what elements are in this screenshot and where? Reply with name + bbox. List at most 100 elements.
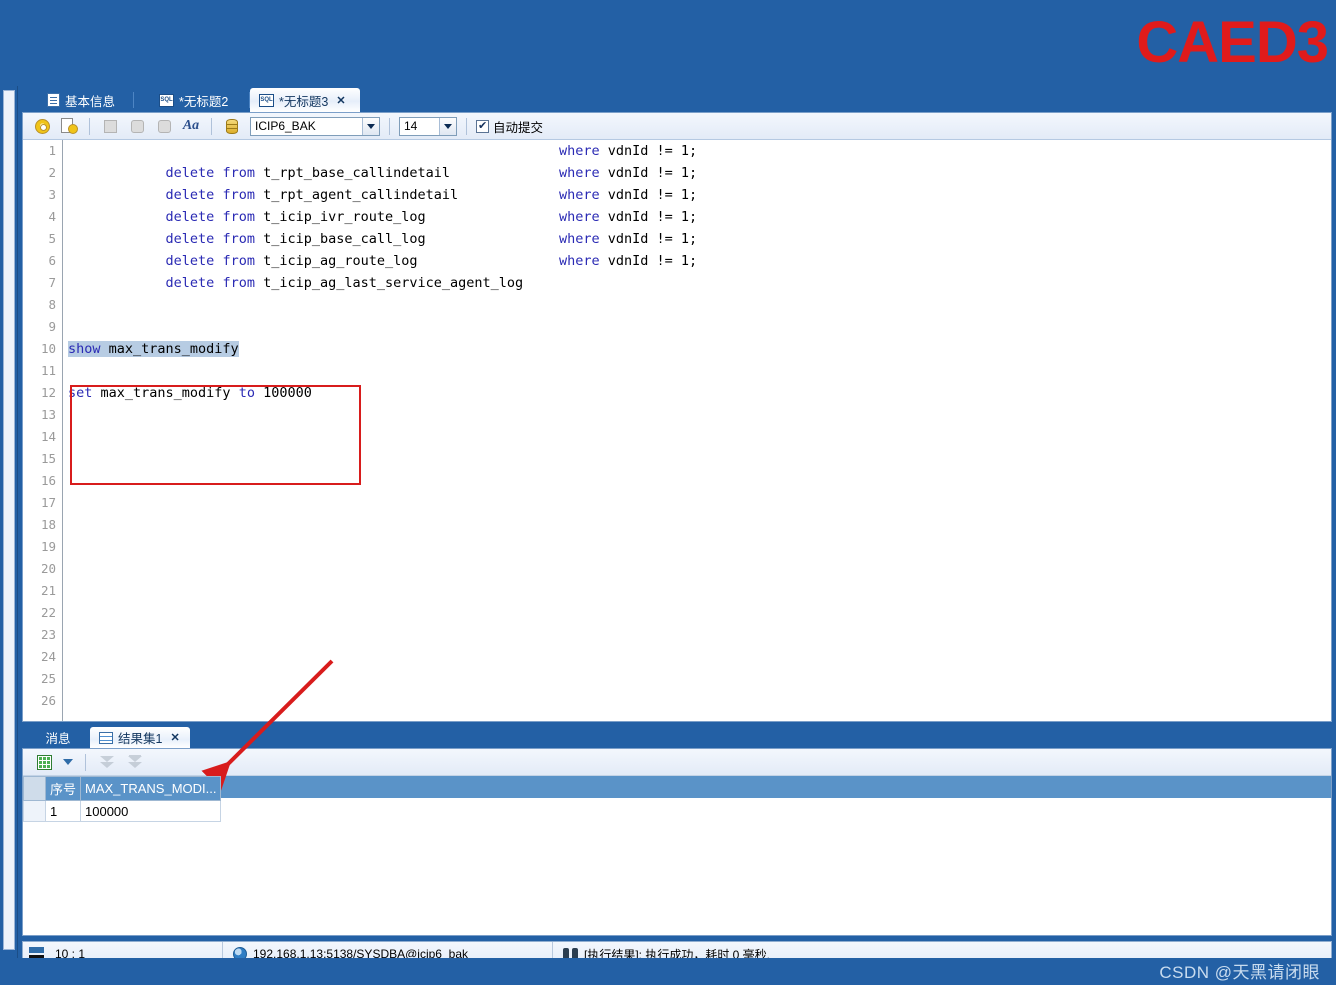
tab-label: 消息 — [45, 732, 71, 746]
sql-text: t_rpt_agent_callindetail — [254, 187, 459, 203]
sql-text: vdnId != 1; — [599, 165, 698, 181]
row-value-cell[interactable]: 100000 — [80, 800, 222, 822]
code-line[interactable] — [64, 294, 1330, 316]
line-number: 14 — [40, 429, 56, 444]
editor-toolbar: Aa ICIP6_BAK 14 自动提交 — [23, 113, 1331, 140]
gear-document-icon — [60, 118, 78, 134]
result-table[interactable]: 序号 MAX_TRANS_MODI... 1 100000 — [23, 776, 222, 822]
schema-select[interactable]: ICIP6_BAK — [250, 116, 380, 136]
execute-script-button[interactable] — [58, 116, 80, 137]
line-number-gutter: 1 2 3 4 5 6 7 8 9 10 11 12 13 14 15 16 1 — [23, 140, 63, 721]
line-number: 7 — [48, 275, 56, 290]
line-number: 20 — [40, 561, 56, 576]
database-button[interactable] — [221, 116, 243, 137]
row-selector-cell[interactable] — [23, 800, 46, 822]
stop-button[interactable] — [99, 116, 121, 137]
chevron-down-icon[interactable] — [439, 117, 456, 135]
line-number: 22 — [40, 605, 56, 620]
sql-keyword: delete from — [165, 253, 255, 269]
bottom-strip — [0, 958, 1336, 985]
fetch-next-button[interactable] — [96, 752, 118, 773]
code-line[interactable] — [64, 316, 1330, 338]
execute-button[interactable] — [31, 116, 53, 137]
font-aa-icon: Aa — [182, 118, 200, 133]
chevron-down-icon[interactable] — [362, 117, 379, 135]
document-icon — [47, 93, 60, 107]
tab-result-set-1[interactable]: 结果集1 ✕ — [90, 727, 190, 748]
code-line[interactable] — [64, 404, 1330, 426]
tab-untitled-2[interactable]: SQL *无标题2 — [150, 88, 250, 112]
grid-view-button[interactable] — [33, 752, 55, 773]
line-number: 24 — [40, 649, 56, 664]
rollback-button[interactable] — [153, 116, 175, 137]
line-number: 4 — [48, 209, 56, 224]
editor-tab-bar: 基本信息 SQL *无标题2 SQL *无标题3 ✕ — [22, 86, 1332, 112]
table-header-row: 序号 MAX_TRANS_MODI... — [23, 776, 222, 801]
line-number: 3 — [48, 187, 56, 202]
line-number: 1 — [48, 143, 56, 158]
tab-close-icon[interactable]: ✕ — [170, 731, 179, 744]
toolbar-divider — [85, 753, 86, 771]
sql-keyword: where — [559, 231, 600, 247]
line-number: 26 — [40, 693, 56, 708]
toolbar-divider — [389, 117, 390, 135]
fetch-all-button[interactable] — [124, 752, 146, 773]
line-number: 11 — [40, 363, 56, 378]
grid-icon — [99, 731, 113, 744]
autocommit-checkbox[interactable]: 自动提交 — [476, 117, 543, 136]
double-down-arrow-bar-icon — [128, 754, 142, 770]
sql-text: t_icip_base_call_log — [254, 231, 426, 247]
left-collapsed-sidebar[interactable] — [0, 86, 18, 958]
font-button[interactable]: Aa — [180, 116, 202, 137]
code-line-selected[interactable]: show max_trans_modify — [64, 338, 1330, 360]
line-number: 9 — [48, 319, 56, 334]
row-index-cell[interactable]: 1 — [44, 800, 82, 822]
toolbar-divider — [211, 117, 212, 135]
double-down-arrow-icon — [100, 755, 114, 770]
tab-basic-info[interactable]: 基本信息 — [38, 88, 134, 112]
table-column-header[interactable]: 序号 — [44, 776, 82, 801]
table-column-header[interactable]: MAX_TRANS_MODI... — [80, 776, 222, 801]
commit-button[interactable] — [126, 116, 148, 137]
fontsize-select[interactable]: 14 — [399, 116, 457, 136]
line-number: 13 — [40, 407, 56, 422]
result-grid[interactable]: 序号 MAX_TRANS_MODI... 1 100000 — [23, 776, 1331, 822]
line-number: 17 — [40, 495, 56, 510]
code-line[interactable]: set max_trans_modify to 100000 — [64, 382, 1330, 404]
table-row[interactable]: 1 100000 — [23, 800, 222, 822]
sql-text: vdnId != 1; — [599, 143, 698, 159]
line-number: 2 — [48, 165, 56, 180]
toolbar-divider — [466, 117, 467, 135]
tab-label: *无标题2 — [179, 94, 229, 109]
left-sidebar-surface — [3, 90, 15, 950]
sql-text: vdnId != 1; — [599, 231, 698, 247]
autocommit-label: 自动提交 — [493, 120, 544, 135]
tab-label: *无标题3 — [279, 94, 329, 109]
sql-text: 100000 — [254, 385, 312, 401]
tab-close-icon[interactable]: ✕ — [336, 94, 345, 107]
code-line[interactable]: delete from t_rpt_base_callindetail wher… — [64, 140, 1330, 181]
line-number: 19 — [40, 539, 56, 554]
code-content[interactable]: delete from t_rpt_base_callindetail wher… — [64, 140, 1330, 721]
tab-untitled-3[interactable]: SQL *无标题3 ✕ — [250, 88, 360, 112]
sql-text: vdnId != 1; — [599, 209, 698, 225]
code-editor[interactable]: 1 2 3 4 5 6 7 8 9 10 11 12 13 14 15 16 1 — [23, 140, 1331, 721]
result-body: 序号 MAX_TRANS_MODI... 1 100000 — [22, 748, 1332, 936]
sql-keyword: show — [68, 341, 101, 357]
rollback-icon — [157, 119, 171, 133]
sql-text: max_trans_modify — [100, 341, 239, 357]
logo-text: CAED3 — [1136, 12, 1328, 74]
sql-file-icon: SQL — [259, 93, 274, 107]
table-corner-cell[interactable] — [23, 776, 46, 801]
grid-view-dropdown[interactable] — [61, 752, 75, 773]
code-line[interactable] — [64, 360, 1330, 382]
tab-messages[interactable]: 消息 — [30, 727, 86, 748]
line-number: 6 — [48, 253, 56, 268]
line-number: 18 — [40, 517, 56, 532]
schema-select-value: ICIP6_BAK — [255, 119, 316, 133]
sql-keyword: where — [559, 165, 600, 181]
line-number: 15 — [40, 451, 56, 466]
sql-keyword: set — [68, 385, 93, 401]
sql-keyword: where — [559, 187, 600, 203]
line-number: 10 — [40, 341, 56, 356]
